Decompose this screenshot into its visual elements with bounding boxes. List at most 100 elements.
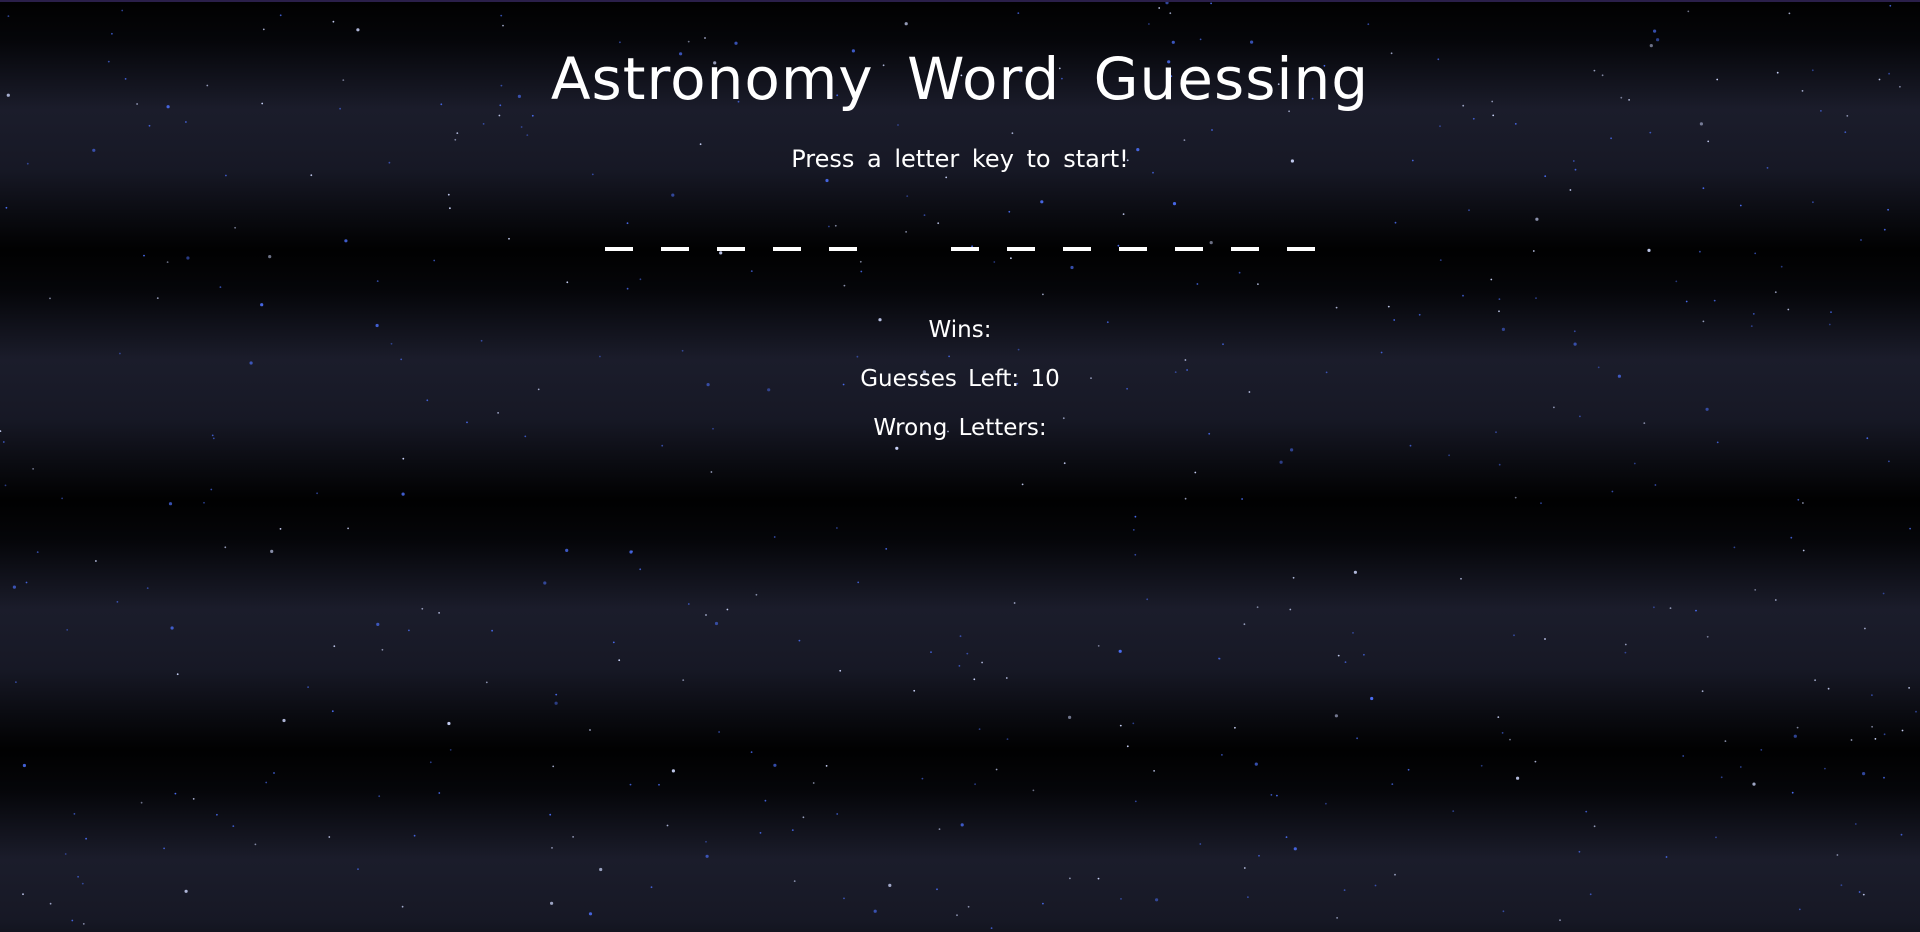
star	[626, 222, 629, 225]
star	[938, 828, 941, 830]
star	[1097, 877, 1100, 880]
star	[1908, 687, 1910, 689]
stars-decoration	[0, 1, 1917, 929]
letter-blank	[716, 246, 745, 251]
star	[650, 886, 653, 889]
star	[936, 888, 938, 891]
star	[1705, 407, 1709, 411]
star	[1126, 745, 1129, 748]
game-title: Astronomy Word Guessing	[550, 45, 1370, 113]
star	[626, 287, 629, 290]
star	[921, 777, 924, 780]
star	[1380, 351, 1383, 354]
star	[552, 765, 555, 768]
star	[1787, 308, 1790, 311]
star	[930, 651, 932, 653]
star	[1120, 898, 1122, 900]
star	[1374, 884, 1377, 887]
star	[1370, 696, 1374, 701]
star	[1497, 716, 1500, 718]
star	[1814, 679, 1816, 682]
star	[945, 176, 948, 179]
star	[1132, 722, 1135, 725]
star	[714, 621, 719, 626]
star	[959, 635, 962, 638]
star	[531, 114, 534, 117]
star	[225, 174, 227, 177]
star	[265, 781, 268, 784]
star	[1774, 291, 1777, 294]
star	[210, 488, 213, 491]
star	[1040, 200, 1044, 204]
star	[549, 813, 552, 816]
star	[1194, 471, 1197, 474]
star	[773, 536, 776, 538]
star	[1739, 766, 1742, 768]
star	[1472, 117, 1475, 120]
star	[1158, 7, 1161, 9]
star	[958, 665, 961, 667]
star	[687, 40, 690, 43]
star	[1611, 490, 1614, 493]
star	[1713, 299, 1716, 302]
star	[66, 629, 69, 631]
star	[1850, 739, 1853, 741]
star	[1888, 460, 1890, 463]
star	[1042, 902, 1044, 905]
star	[316, 492, 318, 495]
star	[1146, 598, 1149, 601]
star	[203, 501, 205, 504]
star	[1585, 810, 1588, 813]
star	[750, 751, 753, 753]
star	[447, 193, 450, 196]
star	[1874, 738, 1877, 740]
star	[1439, 125, 1441, 128]
star	[185, 121, 187, 123]
star	[993, 261, 996, 263]
star	[408, 629, 410, 632]
star	[1122, 213, 1125, 216]
star	[618, 659, 621, 662]
star	[1468, 209, 1470, 212]
star	[1492, 114, 1495, 117]
star	[1243, 867, 1246, 869]
star	[1733, 546, 1736, 549]
star	[1653, 606, 1655, 609]
star	[262, 28, 265, 31]
star	[5, 206, 8, 209]
star	[1363, 653, 1365, 656]
star	[1720, 776, 1723, 779]
star	[1367, 23, 1370, 26]
star	[661, 444, 664, 447]
star	[1535, 297, 1537, 299]
star	[520, 126, 523, 128]
star	[163, 847, 166, 850]
star	[64, 853, 67, 855]
star	[812, 782, 815, 784]
star	[1460, 577, 1462, 580]
star	[1695, 609, 1697, 612]
star	[1514, 123, 1517, 125]
star	[1501, 732, 1504, 734]
star	[1292, 576, 1295, 579]
word-blanks	[0, 238, 1920, 257]
star	[401, 492, 405, 496]
star	[498, 114, 501, 117]
star	[1854, 823, 1857, 825]
star	[1243, 623, 1246, 626]
star	[1516, 776, 1520, 780]
star	[905, 231, 907, 233]
star	[1042, 293, 1044, 296]
star	[1513, 634, 1515, 637]
star	[168, 502, 173, 506]
star	[1535, 217, 1539, 221]
star	[176, 673, 179, 676]
star	[1394, 221, 1397, 224]
star	[1610, 137, 1612, 140]
star	[1791, 791, 1794, 794]
star	[1172, 202, 1177, 206]
star	[1685, 300, 1688, 303]
star	[619, 41, 621, 44]
star	[1184, 359, 1187, 361]
star	[1070, 265, 1074, 270]
